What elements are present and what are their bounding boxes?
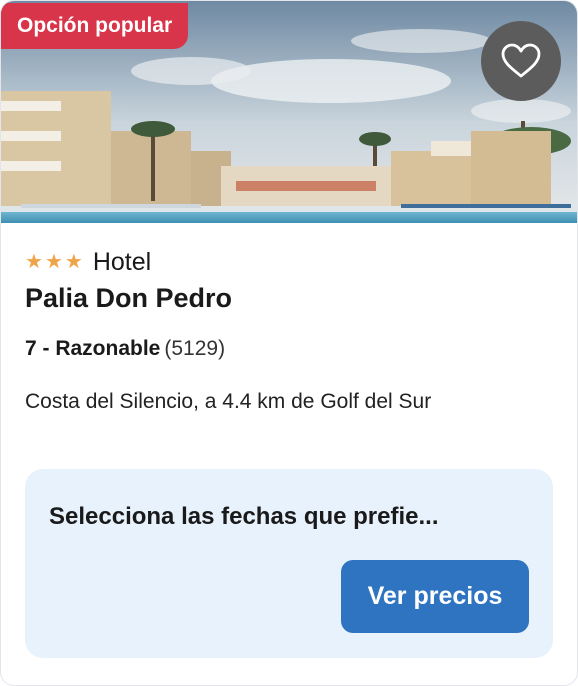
review-count: (5129) [164, 337, 226, 360]
star-icon: ★ [64, 251, 83, 273]
hotel-location: Costa del Silencio, a 4.4 km de Golf del… [25, 390, 432, 413]
star-icon: ★ [25, 251, 43, 273]
heart-outline-icon [501, 43, 541, 78]
favorite-button[interactable] [481, 21, 561, 101]
property-type: Hotel [92, 247, 152, 276]
date-prompt-text: Selecciona las fechas que prefie... [49, 503, 439, 530]
hotel-stars: ★ ★ ★ Hotel [25, 245, 151, 279]
popular-badge: Opción popular [1, 3, 189, 49]
date-prompt-box: Selecciona las fechas que prefie... Ver … [25, 469, 553, 658]
view-prices-button[interactable]: Ver precios [341, 560, 529, 633]
hotel-name[interactable]: Palia Don Pedro [25, 283, 232, 314]
star-icon: ★ [44, 251, 63, 273]
review-rating: 7 - Razonable (5129) [25, 337, 225, 361]
hotel-card[interactable]: Opción popular ★ ★ ★ Hotel Palia Don Ped… [0, 0, 578, 686]
rating-score: 7 - Razonable [25, 337, 161, 360]
